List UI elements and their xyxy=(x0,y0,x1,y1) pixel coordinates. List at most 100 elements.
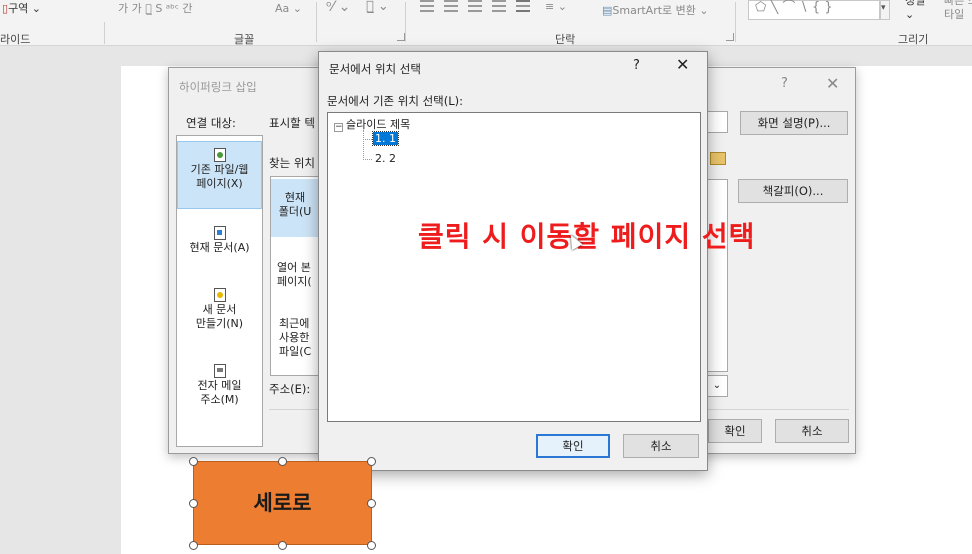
bookmark-label: 책갈피(O)... xyxy=(762,184,824,198)
link-item-label: 현재 문서(A) xyxy=(189,241,250,254)
browse-current-folder[interactable]: 현재 폴더(U xyxy=(271,179,319,237)
tree-label-text: 문서에서 기존 위치 선택(L): xyxy=(327,94,464,108)
document-place-tree[interactable]: − 슬라이드 제목 1. 1 2. 2 xyxy=(327,112,701,422)
select-place-dialog: 문서에서 위치 선택 ? ✕ 문서에서 기존 위치 선택(L): − 슬라이드 제… xyxy=(318,51,708,471)
line-spacing-icon[interactable]: ≡ ⌄ xyxy=(545,0,567,22)
tree-label: 문서에서 기존 위치 선택(L): xyxy=(327,93,463,109)
close-icon[interactable]: ✕ xyxy=(826,74,839,93)
link-email-address[interactable]: 전자 메일 주소(M) xyxy=(177,364,262,416)
orange-rectangle-shape[interactable]: 세로로 xyxy=(193,461,372,545)
align-left-icon[interactable] xyxy=(420,0,434,12)
align-center-icon[interactable] xyxy=(444,0,458,12)
address-label: 주소(E): xyxy=(269,382,311,396)
paragraph-dialog-launcher-icon[interactable] xyxy=(726,33,734,41)
cancel-button[interactable]: 취소 xyxy=(775,419,849,443)
smartart-icon: ▤ xyxy=(602,4,613,17)
address-dropdown-icon[interactable]: ⌄ xyxy=(706,375,728,397)
tree-connector xyxy=(363,159,372,160)
justify-icon[interactable] xyxy=(492,0,506,12)
ok-button[interactable]: 확인 xyxy=(536,434,610,458)
quick-styles-button[interactable]: 빠른 스타일 xyxy=(944,0,972,21)
resize-handle[interactable] xyxy=(367,499,376,508)
link-item-label: 전자 메일 xyxy=(197,379,242,392)
look-in-label: 찾는 위치 xyxy=(269,156,315,170)
link-to-label: 연결 대상: xyxy=(186,116,236,130)
browse-item-label: 폴더(U xyxy=(278,205,312,218)
smartart-label: SmartArt로 변환 xyxy=(612,4,696,17)
link-create-new-document[interactable]: 새 문서 만들기(N) xyxy=(177,288,262,340)
columns-icon[interactable] xyxy=(516,0,530,12)
group-label-paragraph: 단락 xyxy=(555,33,576,46)
help-icon[interactable]: ? xyxy=(633,58,640,73)
group-label-font: 글꼴 xyxy=(234,33,255,46)
display-text-input-tail[interactable] xyxy=(706,111,728,133)
resize-handle[interactable] xyxy=(278,541,287,550)
link-item-label: 새 문서 xyxy=(202,303,237,316)
tree-root-label: 슬라이드 제목 xyxy=(346,118,411,131)
collapse-icon[interactable]: − xyxy=(334,123,343,132)
new-document-icon xyxy=(213,288,226,302)
arrange-button[interactable]: 정렬 ⌄ xyxy=(905,0,925,21)
resize-handle[interactable] xyxy=(367,541,376,550)
web-page-icon xyxy=(213,148,226,162)
browse-item-label: 파일(C xyxy=(279,345,312,358)
font-format-glyphs[interactable]: 가 가 가̲ S ᵃᵇᶜ 간 xyxy=(118,2,193,24)
font-dialog-launcher-icon[interactable] xyxy=(397,33,405,41)
screen-tip-button[interactable]: 화면 설명(P)... xyxy=(740,111,848,135)
screen-tip-label: 화면 설명(P)... xyxy=(757,116,831,130)
change-case-button[interactable]: Aa ⌄ xyxy=(275,2,302,24)
link-place-in-document[interactable]: 현재 문서(A) xyxy=(177,226,262,266)
change-case-label: Aa xyxy=(275,2,290,15)
link-existing-file[interactable]: 기존 파일/웹 페이지(X) xyxy=(177,141,262,209)
font-color-icon[interactable]: 가̲ ⌄ xyxy=(366,0,389,22)
tree-item-slide-1[interactable]: 1. 1 xyxy=(372,131,399,146)
section-button[interactable]: ▯구역 ⌄ xyxy=(2,2,41,24)
tree-item-label: 1. 1 xyxy=(372,131,399,146)
smartart-button[interactable]: ▤SmartArt로 변환 ⌄ xyxy=(602,4,709,26)
ribbon: ▯구역 ⌄ 가 가 가̲ S ᵃᵇᶜ 간 Aa ⌄ ᵒ⁄ ⌄ 가̲ ⌄ ≡ ⌄ … xyxy=(0,0,972,46)
shapes-gallery-scroll[interactable]: ▾ xyxy=(880,0,890,20)
align-right-icon[interactable] xyxy=(468,0,482,12)
resize-handle[interactable] xyxy=(367,457,376,466)
ribbon-separator xyxy=(104,22,105,44)
browse-folder-icon[interactable] xyxy=(710,152,726,165)
ribbon-separator xyxy=(405,2,406,42)
tree-item-label: 2. 2 xyxy=(375,152,396,165)
highlight-icon[interactable]: ᵒ⁄ ⌄ xyxy=(326,0,350,22)
cancel-label: 취소 xyxy=(801,424,823,438)
browse-category-panel: 현재 폴더(U 열어 본 페이지( 최근에 사용한 파일(C xyxy=(270,176,320,376)
help-icon[interactable]: ? xyxy=(781,76,788,91)
shape-text: 세로로 xyxy=(253,491,312,515)
section-label: 구역 xyxy=(8,2,29,15)
resize-handle[interactable] xyxy=(189,541,198,550)
resize-handle[interactable] xyxy=(278,457,287,466)
tree-root-node[interactable]: − 슬라이드 제목 xyxy=(334,116,410,132)
document-place-icon xyxy=(213,226,226,240)
cancel-button[interactable]: 취소 xyxy=(623,434,699,458)
close-icon[interactable]: ✕ xyxy=(676,55,689,74)
tree-item-slide-2[interactable]: 2. 2 xyxy=(375,152,396,165)
ok-button[interactable]: 확인 xyxy=(708,419,762,443)
ok-label: 확인 xyxy=(562,439,584,453)
shapes-gallery[interactable]: ⬠ ╲ ⌒ ∖ { } xyxy=(748,0,880,20)
browse-item-label: 페이지( xyxy=(277,275,312,288)
resize-handle[interactable] xyxy=(189,499,198,508)
link-to-panel: 기존 파일/웹 페이지(X) 현재 문서(A) 새 문서 만들기(N) 전자 메… xyxy=(176,135,263,447)
browse-browsed-pages[interactable]: 열어 본 페이지( xyxy=(277,261,312,289)
annotation-text: 클릭 시 이동할 페이지 선택 xyxy=(418,220,756,253)
browse-recent-files[interactable]: 최근에 사용한 파일(C xyxy=(279,317,311,359)
dialog-title: 하이퍼링크 삽입 xyxy=(179,80,257,94)
browse-item-label: 사용한 xyxy=(279,331,310,344)
resize-handle[interactable] xyxy=(189,457,198,466)
link-item-label: 기존 파일/웹 xyxy=(190,163,249,176)
group-label-slides: 라이드 xyxy=(0,33,31,46)
tree-connector xyxy=(363,130,364,160)
browse-item-label: 열어 본 xyxy=(277,261,311,274)
bookmark-button[interactable]: 책갈피(O)... xyxy=(738,179,848,203)
dialog-title: 문서에서 위치 선택 xyxy=(329,62,421,76)
group-label-drawing: 그리기 xyxy=(898,33,929,46)
display-text-label: 표시할 텍 xyxy=(269,116,315,130)
email-icon xyxy=(213,364,226,378)
ok-label: 확인 xyxy=(724,424,746,438)
file-list-tail[interactable] xyxy=(706,179,728,372)
